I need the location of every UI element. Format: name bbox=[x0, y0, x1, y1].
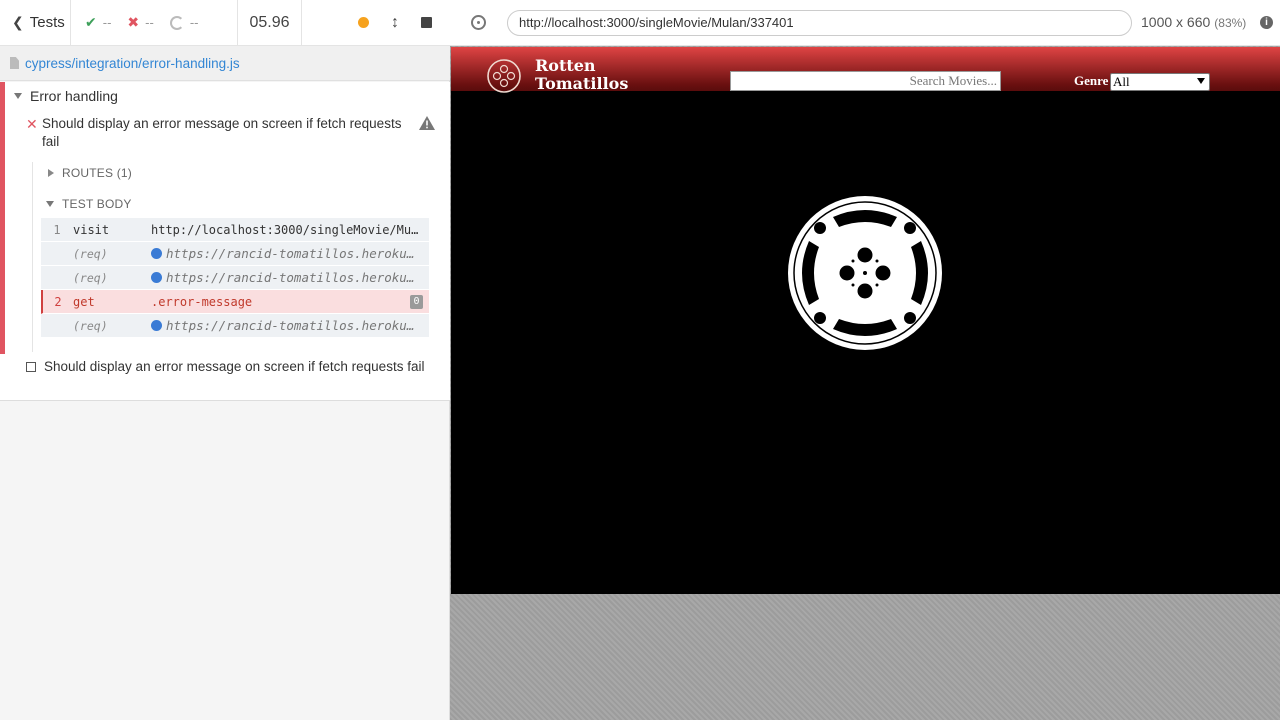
request-dot-icon bbox=[151, 248, 162, 259]
failed-test-title: Should display an error message on scree… bbox=[42, 116, 402, 149]
request-dot-icon bbox=[151, 320, 162, 331]
duration: 05.96 bbox=[238, 0, 302, 45]
reporter-panel: ❮ Tests ✔ -- ✖ -- -- 05.96 ↕ cypress/int… bbox=[0, 0, 450, 720]
request-url: https://rancid-tomatillos.herokuapp.com/… bbox=[166, 318, 421, 333]
passed-stat: ✔ -- bbox=[85, 14, 111, 31]
failed-count: -- bbox=[145, 15, 154, 30]
command-row[interactable]: (req) https://rancid-tomatillos.herokuap… bbox=[41, 314, 429, 338]
command-row[interactable]: 1 visit http://localhost:3000/singleMovi… bbox=[41, 218, 429, 242]
x-icon: ✖ bbox=[127, 14, 140, 30]
command-name: get bbox=[73, 294, 95, 309]
app-under-test-panel: http://localhost:3000/singleMovie/Mulan/… bbox=[450, 0, 1280, 720]
command-row-failed[interactable]: 2 get .error-message 0 bbox=[41, 290, 429, 314]
test-body-label: TEST BODY bbox=[62, 197, 132, 211]
routes-label: ROUTES (1) bbox=[62, 166, 133, 180]
genre-label: Genre bbox=[1074, 73, 1109, 88]
movie-search-input[interactable]: Search Movies... bbox=[730, 71, 1001, 91]
command-message: https://rancid-tomatillos.herokuapp.com/… bbox=[151, 246, 429, 261]
genre-select[interactable]: All bbox=[1110, 73, 1210, 91]
fail-x-icon: ✕ bbox=[26, 116, 38, 132]
failed-test[interactable]: ✕ Should display an error message on scr… bbox=[26, 115, 436, 151]
app-header: Rotten Tomatillos Search Movies... Genre… bbox=[451, 47, 1280, 94]
pending-test[interactable]: Should display an error message on scree… bbox=[26, 358, 436, 376]
test-suite: Error handling ✕ Should display an error… bbox=[0, 82, 450, 401]
suite-title-text: Error handling bbox=[30, 88, 118, 104]
command-message: .error-message bbox=[151, 294, 253, 309]
run-controls: ↕ bbox=[302, 0, 450, 45]
caret-down-icon bbox=[14, 93, 22, 99]
caret-down-icon bbox=[46, 201, 54, 207]
test-body-toggle[interactable]: TEST BODY bbox=[46, 197, 132, 211]
pending-count: -- bbox=[189, 15, 199, 30]
command-number: 1 bbox=[53, 222, 61, 237]
command-message: https://rancid-tomatillos.herokuapp.com/… bbox=[151, 318, 429, 333]
failure-indicator bbox=[0, 82, 5, 354]
spec-file-link[interactable]: cypress/integration/error-handling.js bbox=[25, 56, 240, 71]
command-message: https://rancid-tomatillos.herokuapp.com/… bbox=[151, 270, 429, 285]
command-row[interactable]: (req) https://rancid-tomatillos.herokuap… bbox=[41, 242, 429, 266]
tests-label: Tests bbox=[29, 14, 65, 31]
tests-back-button[interactable]: ❮ Tests bbox=[0, 0, 71, 45]
nesting-line bbox=[32, 162, 33, 352]
command-name: visit bbox=[73, 222, 110, 237]
command-name: (req) bbox=[73, 270, 108, 285]
pending-circle-icon bbox=[169, 15, 184, 30]
element-count-badge: 0 bbox=[410, 295, 423, 309]
running-indicator-icon bbox=[358, 17, 369, 28]
command-name: (req) bbox=[73, 246, 108, 261]
app-frame: Rotten Tomatillos Search Movies... Genre… bbox=[451, 47, 1280, 594]
chevron-left-icon: ❮ bbox=[12, 14, 24, 30]
auto-scroll-toggle[interactable]: ↕ bbox=[391, 14, 399, 32]
command-log: 1 visit http://localhost:3000/singleMovi… bbox=[41, 218, 429, 338]
file-icon bbox=[10, 57, 19, 69]
pending-stat: -- bbox=[169, 15, 199, 30]
genre-selected-value: All bbox=[1113, 74, 1130, 89]
viewport-scale: (83%) bbox=[1214, 16, 1247, 30]
checkbox-icon bbox=[26, 362, 36, 372]
aut-url-bar: http://localhost:3000/singleMovie/Mulan/… bbox=[450, 0, 1280, 46]
command-row[interactable]: (req) https://rancid-tomatillos.herokuap… bbox=[41, 266, 429, 290]
request-dot-icon bbox=[151, 272, 162, 283]
logo-line-2: Tomatillos bbox=[535, 74, 629, 93]
warning-icon[interactable] bbox=[418, 115, 436, 131]
logo-line-1: Rotten bbox=[535, 56, 596, 75]
command-number: 2 bbox=[54, 294, 62, 309]
routes-toggle[interactable]: ROUTES (1) bbox=[48, 166, 132, 180]
request-url: https://rancid-tomatillos.herokuapp.com/… bbox=[166, 246, 421, 261]
stop-button[interactable] bbox=[421, 17, 432, 28]
command-message: http://localhost:3000/singleMovie/Mulan/… bbox=[151, 222, 429, 237]
app-logo-text[interactable]: Rotten Tomatillos bbox=[535, 57, 628, 93]
reporter-header: ❮ Tests ✔ -- ✖ -- -- 05.96 ↕ bbox=[0, 0, 450, 46]
film-logo-icon[interactable] bbox=[486, 58, 522, 94]
request-url: https://rancid-tomatillos.herokuapp.com/… bbox=[166, 270, 421, 285]
test-stats: ✔ -- ✖ -- -- bbox=[71, 0, 238, 45]
command-name: (req) bbox=[73, 318, 108, 333]
dropdown-arrow-icon bbox=[1197, 78, 1205, 84]
passed-count: -- bbox=[102, 15, 112, 30]
pending-test-title: Should display an error message on scree… bbox=[44, 359, 425, 374]
failed-stat: ✖ -- bbox=[127, 14, 153, 31]
suite-title[interactable]: Error handling bbox=[14, 88, 118, 104]
aut-url-field[interactable]: http://localhost:3000/singleMovie/Mulan/… bbox=[507, 10, 1132, 36]
info-icon[interactable]: i bbox=[1260, 16, 1273, 29]
selector-playground-icon[interactable] bbox=[471, 15, 486, 30]
check-icon: ✔ bbox=[85, 14, 97, 30]
film-reel-loading-icon bbox=[788, 196, 942, 350]
viewport-size: 1000 x 660 (83%) bbox=[1141, 14, 1246, 30]
viewport-dimensions: 1000 x 660 bbox=[1141, 14, 1211, 30]
spec-file-bar: cypress/integration/error-handling.js bbox=[0, 46, 450, 81]
caret-right-icon bbox=[48, 169, 54, 177]
